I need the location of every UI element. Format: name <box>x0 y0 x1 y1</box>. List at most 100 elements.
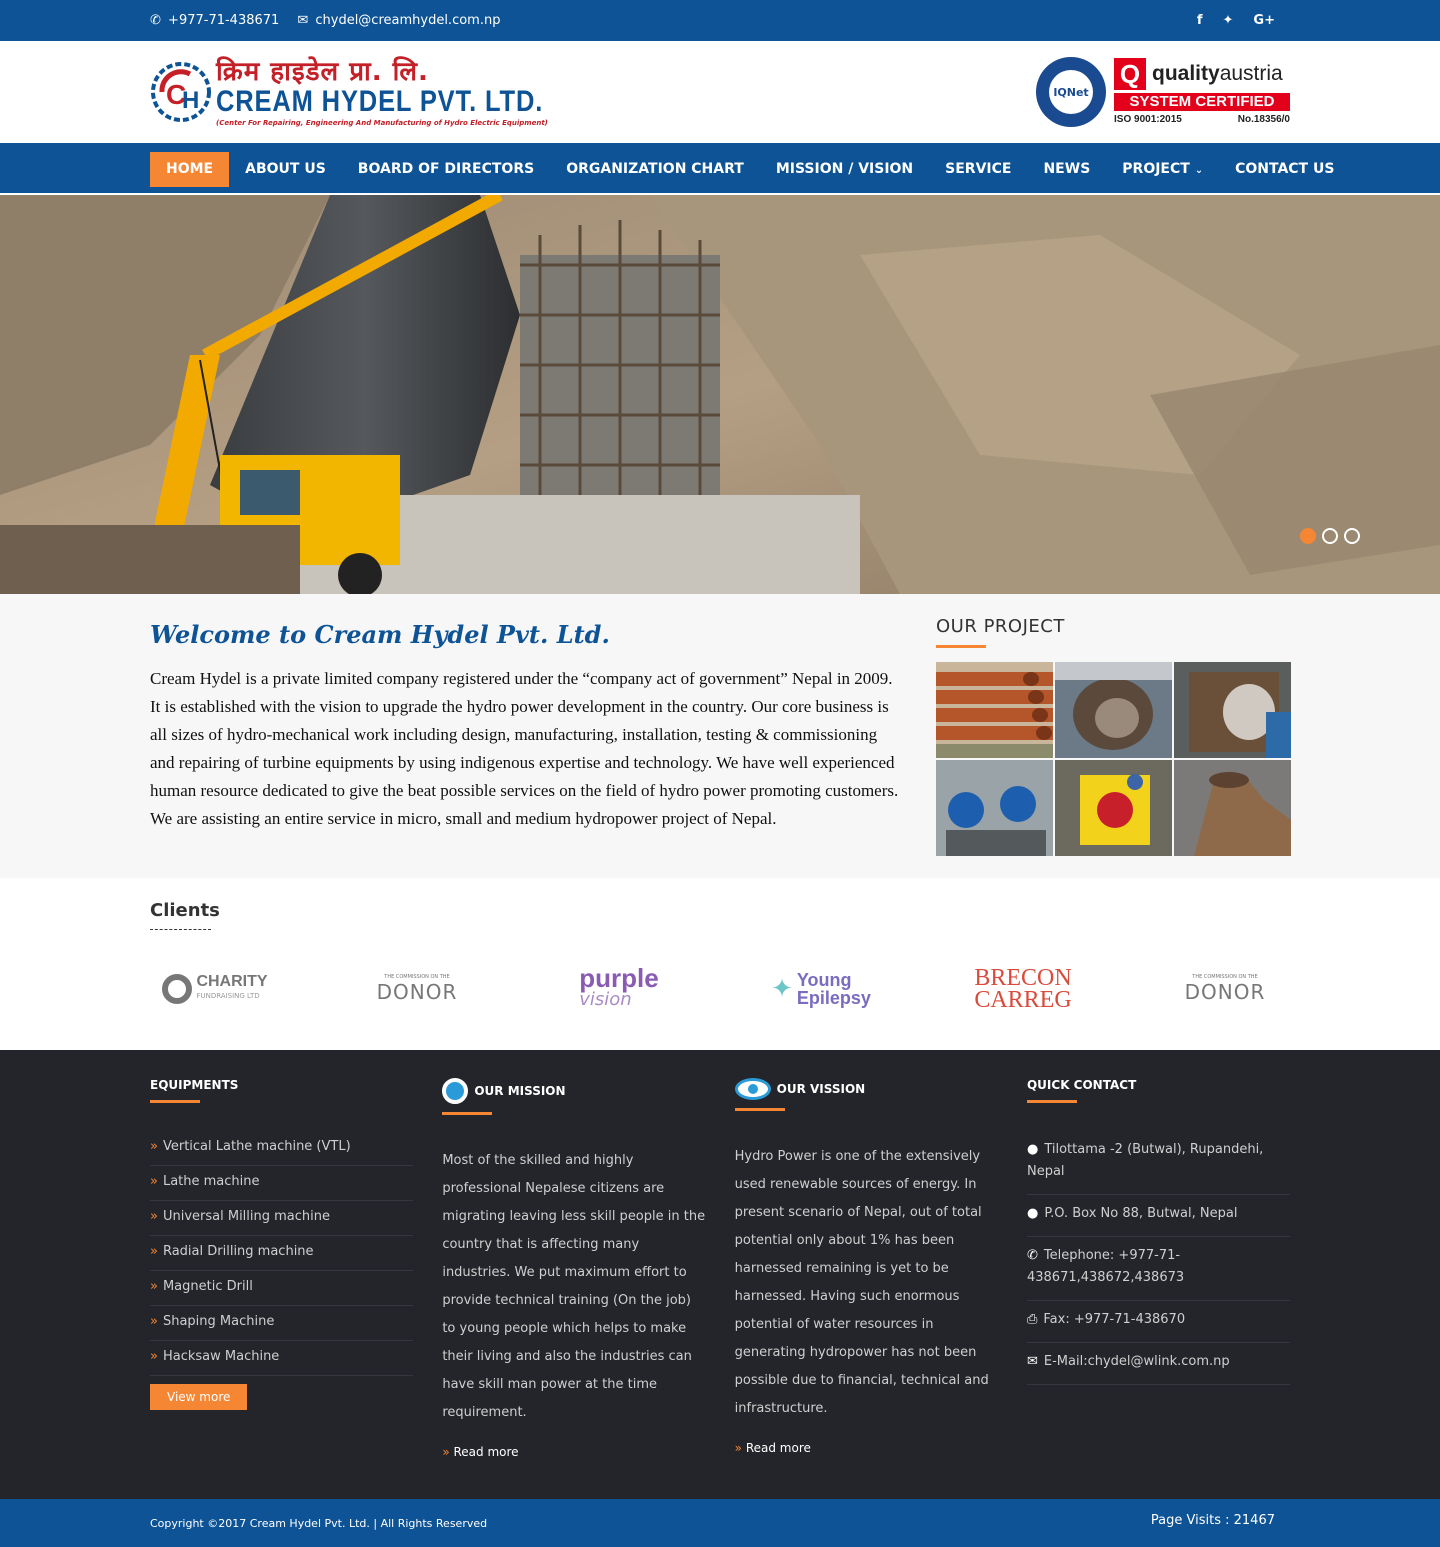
slider-dot-2[interactable] <box>1322 528 1338 544</box>
eye-icon <box>734 1078 771 1100</box>
equipment-label: Universal Milling machine <box>162 1209 331 1224</box>
vision-name: vision <box>579 989 632 1010</box>
mission-title: OUR MISSION <box>474 1084 566 1098</box>
nav-home[interactable]: HOME <box>150 151 230 187</box>
purple-name: purple <box>579 963 659 993</box>
title-underline <box>734 1108 785 1111</box>
double-chevron-icon: » <box>734 1441 742 1455</box>
double-chevron-icon: » <box>442 1445 450 1459</box>
nav-organization-chart[interactable]: ORGANIZATION CHART <box>550 152 760 187</box>
nav-news[interactable]: NEWS <box>1027 152 1106 187</box>
slider-dot-3[interactable] <box>1344 528 1360 544</box>
young-name: Young <box>796 970 852 990</box>
mission-column: OUR MISSION Most of the skilled and high… <box>442 1078 705 1459</box>
welcome-text: Cream Hydel is a private limited company… <box>150 669 899 828</box>
google-plus-icon[interactable]: G+ <box>1253 13 1275 28</box>
logo-tagline: (Center For Repairing, Engineering And M… <box>216 119 548 127</box>
client-logo-charity[interactable]: CHARITY FUNDRAISING LTD <box>160 964 270 1014</box>
project-thumb-pipe-end[interactable] <box>1174 662 1291 758</box>
company-logo[interactable]: C H क्रिम हाइडेल प्रा. लि. CREAM HYDEL P… <box>150 56 601 128</box>
email-contact[interactable]: ✉ chydel@creamhydel.com.np <box>297 13 500 28</box>
quick-contact-column: QUICK CONTACT ● Tilottama -2 (Butwal), Ru… <box>1026 1078 1290 1459</box>
double-chevron-icon: » <box>150 1209 158 1224</box>
double-chevron-icon: » <box>150 1279 158 1294</box>
title-underline <box>150 1100 200 1103</box>
double-chevron-icon: » <box>150 1174 158 1189</box>
mission-text: Most of the skilled and highly professio… <box>442 1153 706 1420</box>
address-text: Tilottama -2 (Butwal), Rupandehi, Nepal <box>1026 1142 1264 1179</box>
star-icon: ✦ <box>771 974 793 1004</box>
main-nav: HOME ABOUT US BOARD OF DIRECTORS ORGANIZ… <box>0 143 1440 195</box>
our-project-title: OUR PROJECT <box>936 616 1065 637</box>
client-logo-young-epilepsy[interactable]: ✦ Young Epilepsy <box>766 964 876 1014</box>
welcome-title: Welcome to Cream Hydel Pvt. Ltd. <box>150 620 610 649</box>
nav-mission-vision[interactable]: MISSION / VISION <box>760 152 929 187</box>
equipment-item[interactable]: » Shaping Machine <box>150 1306 413 1341</box>
logo-nepali-name: क्रिम हाइडेल प्रा. लि. <box>216 57 429 87</box>
double-chevron-icon: » <box>150 1139 158 1154</box>
nav-about-us[interactable]: ABOUT US <box>229 152 342 187</box>
qa-number: No.18356/0 <box>1237 114 1290 125</box>
qa-brand-austria: austria <box>1219 62 1283 85</box>
qa-brand-quality: quality <box>1152 62 1220 85</box>
nav-project-label: PROJECT <box>1122 160 1190 177</box>
nav-service[interactable]: SERVICE <box>929 152 1027 187</box>
email-text: E-Mail:chydel@wlink.com.np <box>1043 1354 1230 1369</box>
donor-name: DONOR <box>376 980 458 1004</box>
project-thumb-turbine[interactable] <box>1055 760 1172 856</box>
phone-icon: ✆ <box>1026 1248 1038 1263</box>
chevron-down-icon: ⌄ <box>1194 164 1204 176</box>
logo-english-name: CREAM HYDEL PVT. LTD. <box>216 85 544 118</box>
iqnet-badge: IQNet <box>1036 57 1106 127</box>
equipment-item[interactable]: » Vertical Lathe machine (VTL) <box>150 1131 413 1166</box>
project-thumb-pumps[interactable] <box>936 760 1053 856</box>
project-thumb-y-pipe[interactable] <box>1174 760 1291 856</box>
slider-dot-1[interactable] <box>1300 528 1316 544</box>
title-underline <box>936 645 986 648</box>
equipment-item[interactable]: » Magnetic Drill <box>150 1271 413 1306</box>
title-underline <box>1026 1100 1077 1103</box>
equipment-item[interactable]: » Lathe machine <box>150 1166 413 1201</box>
client-logo-donor-2[interactable]: THE COMMISSION ON THE DONOR <box>1170 964 1280 1014</box>
project-gallery <box>936 662 1291 856</box>
nav-board-of-directors[interactable]: BOARD OF DIRECTORS <box>342 152 550 187</box>
client-logo-brecon-carreg[interactable]: BRECON CARREG <box>968 964 1078 1014</box>
welcome-section: Welcome to Cream Hydel Pvt. Ltd. Cream H… <box>0 594 1440 878</box>
phone-contact[interactable]: ✆ +977-71-438671 <box>150 13 279 28</box>
equipment-label: Radial Drilling machine <box>162 1244 314 1259</box>
donor-name-2: DONOR <box>1184 980 1266 1004</box>
project-thumb-pipes[interactable] <box>936 662 1053 758</box>
pobox-text: P.O. Box No 88, Butwal, Nepal <box>1044 1206 1238 1221</box>
client-logo-donor[interactable]: THE COMMISSION ON THE DONOR <box>362 964 472 1014</box>
bottom-bar: Copyright ©2017 Cream Hydel Pvt. Ltd. | … <box>0 1499 1440 1547</box>
client-logo-purple-vision[interactable]: purple vision <box>564 964 674 1014</box>
project-thumb-bend[interactable] <box>1055 662 1172 758</box>
equipment-item[interactable]: » Hacksaw Machine <box>150 1341 413 1376</box>
facebook-icon[interactable]: f <box>1197 13 1203 28</box>
double-chevron-icon: » <box>150 1244 158 1259</box>
vision-text: Hydro Power is one of the extensively us… <box>734 1149 989 1416</box>
equipment-item[interactable]: » Universal Milling machine <box>150 1201 413 1236</box>
twitter-icon[interactable]: ✦ <box>1223 13 1234 28</box>
view-more-button[interactable]: View more <box>150 1384 248 1410</box>
nav-contact-us[interactable]: CONTACT US <box>1219 152 1350 187</box>
equipments-title: EQUIPMENTS <box>150 1078 239 1092</box>
vision-read-more-link[interactable]: » Read more <box>735 1441 998 1455</box>
copyright-text: Copyright ©2017 Cream Hydel Pvt. Ltd. | … <box>150 1516 488 1530</box>
page-visits-counter: Page Visits : 21467 <box>1150 1512 1275 1528</box>
email-text: chydel@creamhydel.com.np <box>315 13 501 28</box>
mission-read-more-link[interactable]: » Read more <box>442 1445 705 1459</box>
nav-project[interactable]: PROJECT ⌄ <box>1106 152 1219 187</box>
equipment-item[interactable]: » Radial Drilling machine <box>150 1236 413 1271</box>
certifications: IQNet Q qualityaustria SYSTEM CERTIFIED … <box>1036 57 1290 127</box>
carreg-name: CARREG <box>974 987 1072 1013</box>
read-more-label: Read more <box>745 1441 811 1455</box>
target-icon <box>442 1078 469 1104</box>
phone-text: +977-71-438671 <box>168 13 280 28</box>
svg-text:H: H <box>182 87 199 114</box>
equipment-label: Vertical Lathe machine (VTL) <box>162 1139 351 1154</box>
top-bar: ✆ +977-71-438671 ✉ chydel@creamhydel.com… <box>0 0 1440 41</box>
quick-contact-list: ● Tilottama -2 (Butwal), Rupandehi, Nepal… <box>1026 1131 1290 1385</box>
hero-slider <box>0 195 1440 594</box>
quick-contact-title: QUICK CONTACT <box>1026 1078 1137 1092</box>
